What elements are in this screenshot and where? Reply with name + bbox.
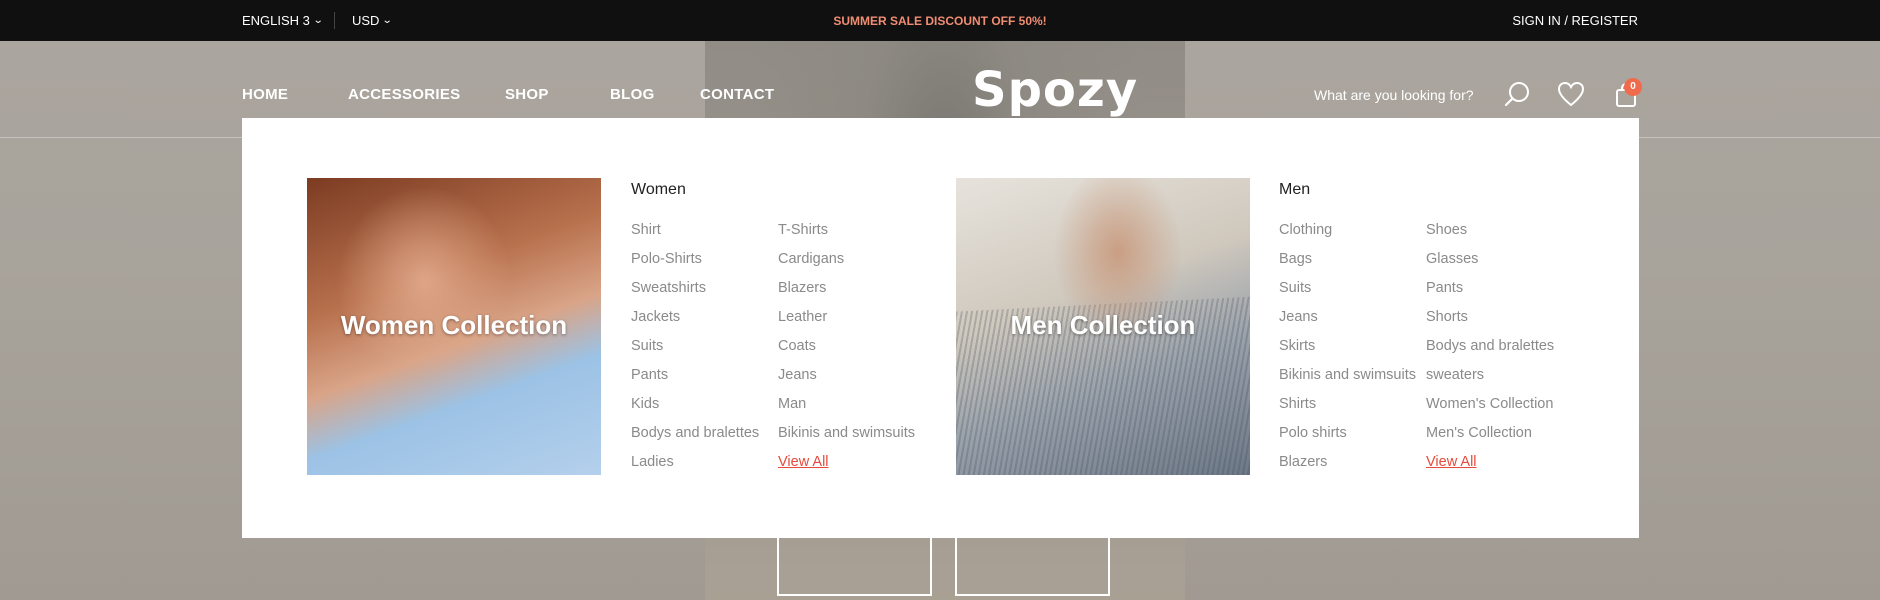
menu-link[interactable]: Blazers (1279, 454, 1416, 483)
menu-link[interactable]: Shoes (1426, 222, 1554, 251)
men-view-all-link[interactable]: View All (1426, 454, 1554, 483)
menu-link[interactable]: Jackets (631, 309, 759, 338)
men-collection-title: Men Collection (1010, 310, 1196, 340)
menu-link[interactable]: Jeans (778, 367, 915, 396)
menu-link[interactable]: Coats (778, 338, 915, 367)
menu-link[interactable]: Bikinis and swimsuits (1279, 367, 1416, 396)
menu-link[interactable]: Women's Collection (1426, 396, 1554, 425)
menu-link[interactable]: Clothing (1279, 222, 1416, 251)
menu-link[interactable]: Jeans (1279, 309, 1416, 338)
mega-menu: Women Collection Women Shirt Polo-Shirts… (242, 118, 1639, 538)
menu-link[interactable]: Man (778, 396, 915, 425)
menu-link[interactable]: Cardigans (778, 251, 915, 280)
cart-count-badge: 0 (1624, 78, 1642, 96)
menu-link[interactable]: Polo-Shirts (631, 251, 759, 280)
top-bar: ENGLISH 3 ⌄ USD ⌄ SUMMER SALE DISCOUNT O… (0, 0, 1880, 41)
search-input[interactable]: What are you looking for? (1314, 87, 1474, 103)
menu-link[interactable]: Ladies (631, 454, 759, 483)
menu-link[interactable]: Blazers (778, 280, 915, 309)
nav-accessories[interactable]: ACCESSORIES (348, 86, 461, 103)
men-links-col2: Shoes Glasses Pants Shorts Bodys and bra… (1426, 222, 1554, 483)
menu-link[interactable]: Pants (631, 367, 759, 396)
men-heading: Men (1279, 181, 1311, 198)
women-links-col1: Shirt Polo-Shirts Sweatshirts Jackets Su… (631, 222, 759, 483)
nav-home[interactable]: HOME (242, 86, 288, 103)
nav-shop[interactable]: SHOP (505, 86, 549, 103)
search-icon[interactable] (1503, 80, 1531, 113)
menu-link[interactable]: Skirts (1279, 338, 1416, 367)
nav-contact[interactable]: CONTACT (700, 86, 774, 103)
menu-link[interactable]: Bodys and bralettes (1426, 338, 1554, 367)
nav-blog[interactable]: BLOG (610, 86, 655, 103)
men-collection-image[interactable]: Men Collection (956, 178, 1250, 475)
menu-link[interactable]: Bikinis and swimsuits (778, 425, 915, 454)
site-logo[interactable]: Spozy (972, 62, 1138, 118)
men-links-col1: Clothing Bags Suits Jeans Skirts Bikinis… (1279, 222, 1416, 483)
menu-link[interactable]: Bodys and bralettes (631, 425, 759, 454)
menu-link[interactable]: sweaters (1426, 367, 1554, 396)
women-collection-title: Women Collection (340, 310, 568, 340)
menu-link[interactable]: Leather (778, 309, 915, 338)
sign-in-register-link[interactable]: SIGN IN / REGISTER (1512, 13, 1638, 28)
menu-link[interactable]: Bags (1279, 251, 1416, 280)
main-nav: HOME ACCESSORIES SHOP BLOG CONTACT (0, 86, 1880, 106)
menu-link[interactable]: Men's Collection (1426, 425, 1554, 454)
heart-icon[interactable] (1557, 81, 1585, 112)
menu-link[interactable]: Sweatshirts (631, 280, 759, 309)
menu-link[interactable]: T-Shirts (778, 222, 915, 251)
menu-link[interactable]: Suits (1279, 280, 1416, 309)
menu-link[interactable]: Suits (631, 338, 759, 367)
menu-link[interactable]: Shirts (1279, 396, 1416, 425)
women-collection-image[interactable]: Women Collection (307, 178, 601, 475)
menu-link[interactable]: Glasses (1426, 251, 1554, 280)
menu-link[interactable]: Pants (1426, 280, 1554, 309)
menu-link[interactable]: Kids (631, 396, 759, 425)
menu-link[interactable]: Shirt (631, 222, 759, 251)
women-heading: Women (631, 181, 686, 198)
menu-link[interactable]: Polo shirts (1279, 425, 1416, 454)
women-links-col2: T-Shirts Cardigans Blazers Leather Coats… (778, 222, 915, 483)
menu-link[interactable]: Shorts (1426, 309, 1554, 338)
women-view-all-link[interactable]: View All (778, 454, 915, 483)
